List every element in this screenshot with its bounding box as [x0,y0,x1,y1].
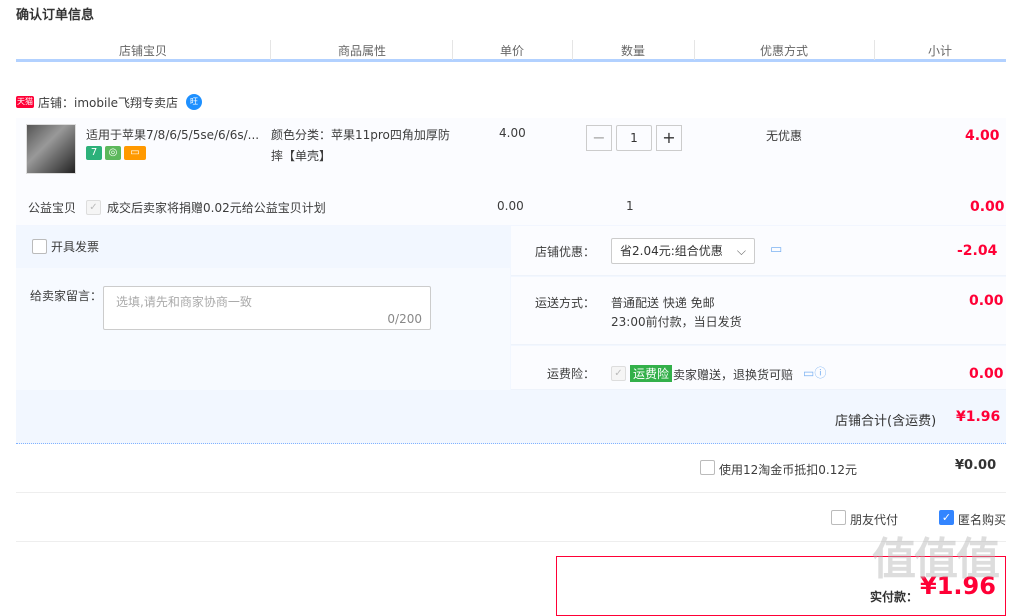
shop-discount-label: 店铺优惠： [535,245,596,259]
table-header: 店铺宝贝 商品属性 单价 数量 优惠方式 小计 [16,40,1006,62]
watermark-logo: 值值值 [872,534,1000,585]
col-subtotal: 小计 [928,44,953,58]
item-attr-line2: 摔【单壳】 [271,149,332,163]
shop-name[interactable]: 店铺：imobile飞翔专卖店 [38,94,178,111]
shop-line: 天猫 店铺：imobile飞翔专卖店 旺 [16,92,203,112]
chevron-down-icon: ⌵ [736,244,746,258]
coins-amount: ¥0.00 [955,458,997,473]
message-counter: 0/200 [387,312,422,326]
insurance-label: 运费险： [547,367,596,381]
charity-label: 公益宝贝 [28,201,77,215]
col-discount: 优惠方式 [760,44,809,58]
divider [16,541,1006,542]
shipping-row [511,277,1006,345]
quantity-stepper: − 1 + [586,125,682,151]
friend-pay-checkbox[interactable] [831,510,846,525]
charity-price: 0.00 [497,199,524,213]
seven-day-return-icon: 7 [86,146,102,160]
help-icon[interactable]: ▭ⓘ [803,364,826,381]
col-price: 单价 [500,44,525,58]
shipping-line2: 23:00前付款，当日发货 [611,315,742,329]
coins-label: 使用12淘金币抵扣0.12元 [719,463,857,477]
item-subtotal: 4.00 [965,128,1000,144]
product-thumbnail[interactable] [26,124,76,174]
message-label: 给卖家留言： [30,289,103,303]
charity-text: 成交后卖家将捐赠0.02元给公益宝贝计划 [107,201,326,215]
shipping-line1: 普通配送 快递 免邮 [611,296,715,310]
shop-total-label: 店铺合计(含运费) [835,414,937,429]
charity-subtotal: 0.00 [970,199,1005,215]
insurance-amount: 0.00 [969,366,1004,382]
shop-discount-select[interactable]: 省2.04元:组合优惠 ⌵ [611,238,755,264]
qty-input[interactable]: 1 [616,125,652,151]
charity-qty: 1 [626,199,634,213]
coins-checkbox[interactable] [700,460,715,475]
col-qty: 数量 [621,44,646,58]
insurance-checkbox: ✓ [611,366,626,381]
invoice-checkbox[interactable] [32,239,47,254]
tmall-logo-icon: 天猫 [16,96,34,108]
shop-total-amount: ¥1.96 [956,409,1001,425]
guarantee-icon: ◎ [105,146,121,160]
item-price: 4.00 [499,126,526,140]
pay-label: 实付款： [870,590,919,604]
item-attr-line1: 颜色分类：苹果11pro四角加厚防 [271,128,450,142]
col-attributes: 商品属性 [338,44,387,58]
insurance-tag: 运费险 [630,365,673,382]
comment-icon[interactable]: ▭ [770,242,782,257]
shop-discount-value: 省2.04元:组合优惠 [620,244,723,258]
chat-icon[interactable]: 旺 [186,94,203,110]
shop-discount-amount: -2.04 [957,243,998,259]
charity-checkbox: ✓ [86,200,101,215]
item-discount: 无优惠 [766,129,803,143]
invoice-label: 开具发票 [51,240,100,254]
page-title: 确认订单信息 [16,8,95,23]
shipping-amount: 0.00 [969,293,1004,309]
message-placeholder: 选填,请先和商家协商一致 [116,295,252,309]
col-shop-item: 店铺宝贝 [119,44,168,58]
message-input[interactable]: 选填,请先和商家协商一致 0/200 [103,286,431,330]
qty-plus-button[interactable]: + [656,125,682,151]
insurance-text: 卖家赠送，退换货可赔 [673,368,794,382]
qty-minus-button[interactable]: − [586,125,612,151]
item-badges: 7 ◎ ▭ [86,146,149,160]
divider [16,492,1006,493]
card-icon: ▭ [124,146,146,160]
item-title[interactable]: 适用于苹果7/8/6/5/5se/6/6s/... [86,126,268,143]
shipping-label: 运送方式： [535,296,596,310]
